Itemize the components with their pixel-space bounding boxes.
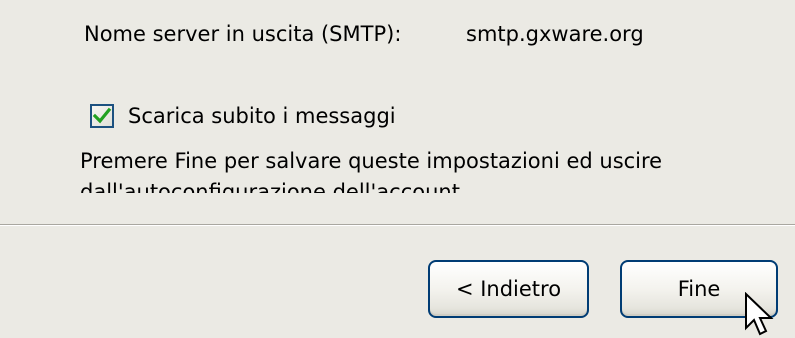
finish-instructions-clipped-line: dall'autoconfigurazione dell'account bbox=[80, 177, 640, 193]
back-button[interactable]: < Indietro bbox=[428, 260, 589, 318]
smtp-server-value: smtp.gxware.org bbox=[466, 22, 644, 46]
download-now-label: Scarica subito i messaggi bbox=[128, 104, 396, 128]
finish-instructions: Premere Fine per salvare queste impostaz… bbox=[80, 149, 663, 173]
wizard-content: Nome server in uscita (SMTP): smtp.gxwar… bbox=[0, 0, 795, 224]
checkmark-icon bbox=[92, 107, 112, 124]
mouse-pointer-icon bbox=[745, 292, 774, 336]
download-now-checkbox[interactable] bbox=[90, 104, 114, 128]
download-now-option[interactable]: Scarica subito i messaggi bbox=[90, 100, 396, 132]
account-wizard-dialog: Nome server in uscita (SMTP): smtp.gxwar… bbox=[0, 0, 795, 338]
wizard-footer: < Indietro Fine bbox=[0, 226, 795, 338]
clipped-text: dall'autoconfigurazione dell'account bbox=[80, 180, 460, 193]
smtp-server-label: Nome server in uscita (SMTP): bbox=[84, 22, 402, 46]
